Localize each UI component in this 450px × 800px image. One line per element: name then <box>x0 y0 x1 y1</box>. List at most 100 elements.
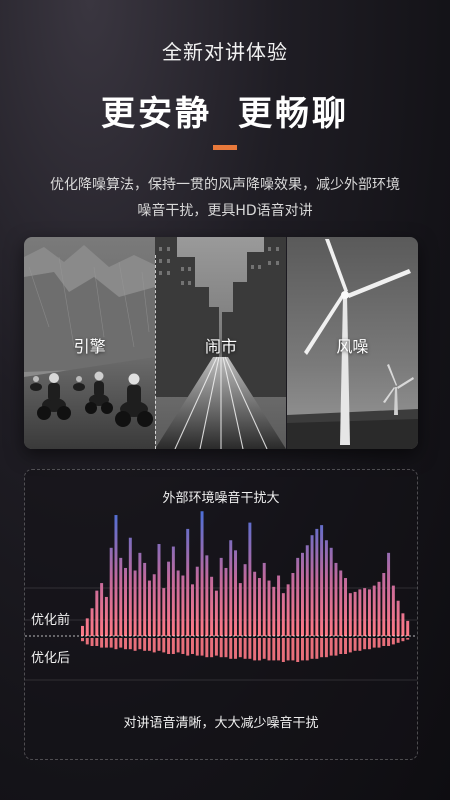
bar-before-optimization <box>301 552 304 636</box>
bar-before-optimization <box>344 578 348 636</box>
chart-title: 外部环境噪音干扰大 <box>162 491 280 506</box>
bar-before-optimization <box>191 584 194 636</box>
bar-after-optimization <box>224 638 228 658</box>
bar-after-optimization <box>353 638 357 651</box>
bar-after-optimization <box>387 638 391 646</box>
bar-after-optimization <box>272 638 276 661</box>
bar-before-optimization <box>243 564 247 636</box>
noise-scenes-image: 引擎 闹市 风噪 <box>24 237 418 449</box>
bar-before-optimization <box>253 571 257 636</box>
series-label-before: 优化前 <box>31 613 71 628</box>
bar-after-optimization <box>85 638 89 645</box>
bar-after-optimization <box>320 638 324 658</box>
bar-before-optimization <box>81 625 84 636</box>
bar-after-optimization <box>296 638 300 662</box>
scene-city: 闹市 <box>155 237 287 449</box>
bar-after-optimization <box>171 638 175 654</box>
bar-before-optimization <box>406 620 410 636</box>
bar-after-optimization <box>100 638 104 648</box>
bar-before-optimization <box>109 547 113 636</box>
bar-after-optimization <box>248 638 252 659</box>
bar-before-optimization <box>143 562 147 636</box>
bar-after-optimization <box>339 638 343 654</box>
bar-after-optimization <box>138 638 142 650</box>
bar-before-optimization <box>119 557 123 636</box>
bar-before-optimization <box>339 570 343 636</box>
bar-before-optimization <box>320 525 324 636</box>
bar-before-optimization <box>391 585 395 636</box>
bar-before-optimization <box>85 618 89 636</box>
bar-before-optimization <box>214 590 218 636</box>
bar-before-optimization <box>348 593 352 636</box>
scene-label-wind: 风噪 <box>336 337 369 356</box>
bar-before-optimization <box>367 589 371 636</box>
bar-before-optimization <box>114 515 118 636</box>
bar-after-optimization <box>119 638 123 648</box>
bar-before-optimization <box>296 557 300 636</box>
bar-after-optimization <box>214 638 218 656</box>
bar-before-optimization <box>324 540 328 636</box>
bar-after-optimization <box>147 638 151 651</box>
bar-before-optimization <box>104 596 108 636</box>
header-title: 全新对讲体验 <box>162 40 288 64</box>
bar-after-optimization <box>167 638 171 654</box>
bar-after-optimization <box>133 638 137 651</box>
bar-after-optimization <box>181 638 185 654</box>
headline-better-chat: 更畅聊 <box>238 94 349 134</box>
bar-after-optimization <box>329 638 333 656</box>
headline-quieter: 更安静 <box>101 94 212 134</box>
bar-before-optimization <box>372 585 376 636</box>
bar-before-optimization <box>186 528 190 636</box>
bar-after-optimization <box>367 638 371 650</box>
bar-before-optimization <box>286 584 290 636</box>
bar-after-optimization <box>253 638 257 661</box>
bar-before-optimization <box>310 535 314 636</box>
bar-after-optimization <box>234 638 238 659</box>
bar-before-optimization <box>334 562 338 636</box>
bar-before-optimization <box>162 588 166 636</box>
bar-before-optimization <box>305 545 309 636</box>
description-line-1: 优化降噪算法，保持一贯的风声降噪效果，减少外部环境 <box>50 177 400 193</box>
bar-before-optimization <box>229 540 233 636</box>
description-line-2: 噪音干扰，更具HD语音对讲 <box>137 203 313 219</box>
bar-before-optimization <box>262 562 266 636</box>
bar-after-optimization <box>262 638 266 659</box>
bar-after-optimization <box>277 638 281 661</box>
bar-after-optimization <box>315 638 319 659</box>
bar-after-optimization <box>219 638 223 658</box>
bar-before-optimization <box>181 575 185 636</box>
bar-after-optimization <box>291 638 295 661</box>
bar-after-optimization <box>406 638 410 640</box>
bar-after-optimization <box>104 638 108 648</box>
bar-after-optimization <box>344 638 348 654</box>
bar-after-optimization <box>286 638 290 661</box>
bar-before-optimization <box>124 567 128 636</box>
bar-after-optimization <box>238 638 242 658</box>
bar-before-optimization <box>157 544 161 636</box>
bar-after-optimization <box>391 638 395 645</box>
series-label-after: 优化后 <box>31 651 71 666</box>
headline: 更安静 更畅聊 <box>0 86 450 135</box>
scene-label-engine: 引擎 <box>73 337 106 356</box>
bar-after-optimization <box>195 638 199 656</box>
bar-after-optimization <box>157 638 161 651</box>
bar-before-optimization <box>315 528 319 636</box>
bar-before-optimization <box>224 567 228 636</box>
bar-before-optimization <box>363 588 367 636</box>
scene-divider <box>155 255 156 449</box>
bar-after-optimization <box>401 638 405 642</box>
bar-after-optimization <box>109 638 113 648</box>
bar-before-optimization <box>358 589 362 636</box>
bar-after-optimization <box>363 638 367 650</box>
bar-after-optimization <box>301 638 304 661</box>
bar-after-optimization <box>152 638 156 653</box>
bar-before-optimization <box>238 583 242 636</box>
bar-before-optimization <box>100 583 104 636</box>
accent-bar <box>213 145 237 150</box>
bar-before-optimization <box>382 573 386 636</box>
noise-comparison-chart: 外部环境噪音干扰大 优化前 优化后 对讲语音清晰，大大减少噪音干扰 <box>24 469 418 760</box>
bar-before-optimization <box>277 575 281 636</box>
bar-before-optimization <box>219 557 223 636</box>
bar-before-optimization <box>267 580 271 636</box>
bar-after-optimization <box>281 638 285 662</box>
